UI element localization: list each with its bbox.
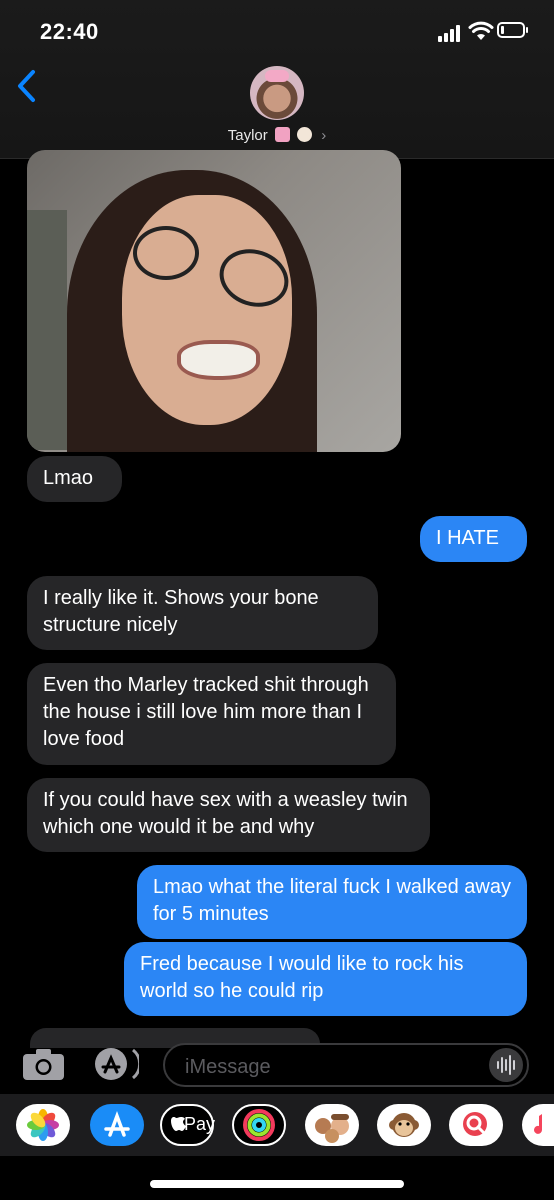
contact-name-button[interactable]: Taylor ›: [0, 127, 554, 144]
message-input-placeholder: iMessage: [185, 1056, 271, 1078]
message-bubble-received[interactable]: If you could have sex with a weasley twi…: [27, 778, 430, 852]
memoji-app-icon[interactable]: [305, 1104, 359, 1146]
contact-avatar[interactable]: [250, 66, 304, 120]
apple-pay-label: Pay: [184, 1114, 216, 1134]
audio-message-icon[interactable]: [489, 1048, 523, 1082]
contact-name: Taylor: [227, 127, 268, 144]
chevron-right-icon: ›: [321, 127, 327, 144]
dog-emoji-icon: [297, 127, 313, 142]
home-indicator[interactable]: [150, 1180, 404, 1188]
message-bubble-received[interactable]: I really like it. Shows your bone struct…: [27, 576, 378, 650]
back-chevron-icon[interactable]: [14, 68, 40, 104]
music-app-icon[interactable]: [522, 1104, 554, 1146]
search-app-icon[interactable]: [449, 1104, 503, 1146]
photos-app-icon[interactable]: [16, 1104, 70, 1146]
battery-icon: [497, 22, 528, 38]
app-store-app-icon[interactable]: [90, 1104, 144, 1146]
photo-message[interactable]: [27, 150, 401, 452]
apple-pay-app-icon[interactable]: Pay: [160, 1104, 216, 1146]
message-input[interactable]: iMessage: [163, 1043, 529, 1087]
cellular-signal-icon: [438, 24, 464, 42]
activity-app-icon[interactable]: [232, 1104, 286, 1146]
app-store-drawer-icon[interactable]: [93, 1046, 139, 1082]
conversation-header: 22:40 Taylor ›: [0, 0, 554, 159]
message-bubble-sent[interactable]: Fred because I would like to rock his wo…: [124, 942, 527, 1016]
message-bubble-sent[interactable]: I HATE: [420, 516, 527, 562]
message-bubble-received[interactable]: Lmao: [27, 456, 122, 502]
camera-icon[interactable]: [22, 1048, 65, 1081]
message-bubble-received[interactable]: Even tho Marley tracked shit through the…: [27, 663, 396, 765]
message-bubble-sent[interactable]: Lmao what the literal fuck I walked away…: [137, 865, 527, 939]
house-emoji-icon: [274, 127, 290, 142]
wifi-icon: [468, 21, 494, 40]
animoji-app-icon[interactable]: [377, 1104, 431, 1146]
status-time: 22:40: [40, 19, 99, 44]
